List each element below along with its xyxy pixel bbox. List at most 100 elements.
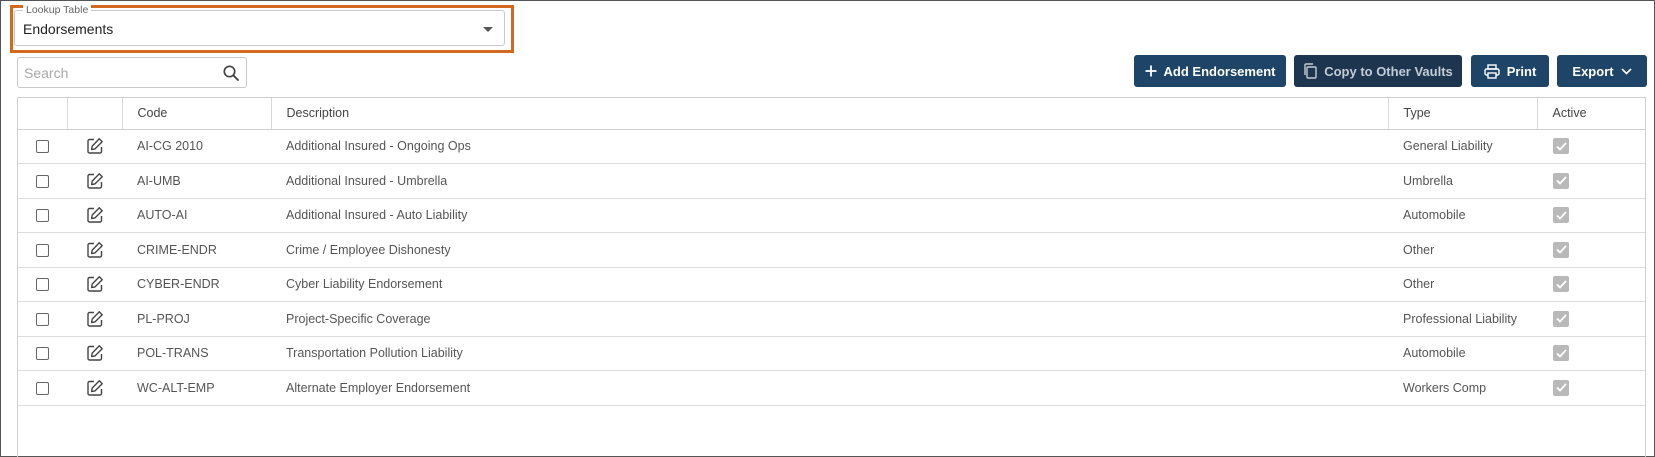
row-active-cell [1537,198,1645,233]
row-active-cell [1537,129,1645,164]
row-select-checkbox[interactable] [36,347,49,361]
column-header-select [18,98,67,130]
edit-icon[interactable] [86,275,104,293]
row-type: General Liability [1388,129,1537,164]
row-select-cell [18,301,67,337]
table-row[interactable]: AUTO-AI Additional Insured - Auto Liabil… [18,198,1645,233]
row-code: CRIME-ENDR [122,232,271,268]
column-header-edit [66,98,122,130]
row-select-cell [18,267,67,302]
active-checkbox [1553,207,1569,224]
check-icon [1555,314,1567,324]
row-select-checkbox[interactable] [36,140,49,154]
row-active-cell [1537,267,1645,302]
chevron-down-icon [1621,67,1632,75]
copy-icon [1304,63,1317,79]
row-edit-cell [67,301,122,337]
search-icon[interactable] [222,64,240,82]
column-header-description[interactable]: Description [270,98,1388,130]
row-select-checkbox[interactable] [36,209,49,223]
table-row[interactable]: WC-ALT-EMP Alternate Employer Endorsemen… [18,370,1645,406]
column-header-active[interactable]: Active [1536,98,1645,130]
row-type: Umbrella [1388,163,1537,199]
copy-to-other-vaults-label: Copy to Other Vaults [1324,63,1453,79]
row-code: CYBER-ENDR [122,267,271,302]
edit-icon[interactable] [86,206,104,224]
row-select-cell [18,163,67,199]
edit-icon[interactable] [86,241,104,259]
row-select-checkbox[interactable] [36,312,49,326]
row-type: Automobile [1388,336,1537,371]
edit-icon[interactable] [86,344,104,362]
row-type: Automobile [1388,198,1537,233]
search-input[interactable] [24,63,214,83]
table-row[interactable]: AI-CG 2010 Additional Insured - Ongoing … [18,129,1645,164]
endorsements-table: Code Description Type Active AI-CG 2010 … [18,98,1645,406]
row-code: WC-ALT-EMP [122,370,271,406]
active-checkbox [1553,172,1569,189]
row-edit-cell [67,232,122,268]
row-select-checkbox[interactable] [36,174,49,188]
table-row[interactable]: AI-UMB Additional Insured - Umbrella Umb… [18,163,1645,199]
row-edit-cell [67,129,122,164]
active-checkbox [1553,345,1569,362]
row-type: Other [1388,267,1537,302]
print-button[interactable]: Print [1471,55,1549,87]
row-code: AI-UMB [122,163,271,199]
check-icon [1555,349,1567,358]
table-row[interactable]: CRIME-ENDR Crime / Employee Dishonesty O… [18,232,1645,268]
table-row[interactable]: CYBER-ENDR Cyber Liability Endorsement O… [18,267,1645,302]
row-select-cell [18,129,67,164]
row-code: PL-PROJ [122,301,271,337]
edit-icon[interactable] [86,379,104,397]
copy-to-other-vaults-button[interactable]: Copy to Other Vaults [1294,55,1462,87]
row-description: Additional Insured - Auto Liability [271,198,1388,233]
row-edit-cell [67,267,122,302]
active-checkbox [1553,379,1569,396]
lookup-table-label: Lookup Table [23,4,92,16]
row-active-cell [1537,370,1645,406]
endorsements-grid: Code Description Type Active AI-CG 2010 … [17,97,1646,457]
row-select-cell [18,336,67,371]
row-active-cell [1537,301,1645,337]
active-checkbox [1553,241,1569,258]
row-select-checkbox[interactable] [36,243,49,257]
row-type: Professional Liability [1388,301,1537,337]
active-checkbox [1553,310,1569,327]
row-description: Additional Insured - Ongoing Ops [271,129,1388,164]
edit-icon[interactable] [86,310,104,328]
row-select-checkbox[interactable] [36,381,49,395]
row-edit-cell [67,198,122,233]
print-label: Print [1506,63,1537,79]
lookup-table-value: Endorsements [23,21,114,37]
caret-down-icon [483,27,493,32]
table-row[interactable]: PL-PROJ Project-Specific Coverage Profes… [18,301,1645,337]
table-row[interactable]: POL-TRANS Transportation Pollution Liabi… [18,336,1645,371]
row-code: AUTO-AI [122,198,271,233]
row-description: Transportation Pollution Liability [271,336,1388,371]
row-active-cell [1537,163,1645,199]
app-frame: Lookup Table Endorsements Add Endorsemen… [0,0,1655,457]
check-icon [1555,211,1567,220]
add-endorsement-button[interactable]: Add Endorsement [1134,55,1286,87]
row-edit-cell [67,370,122,406]
check-icon [1555,142,1567,151]
edit-icon[interactable] [86,172,104,190]
column-header-code[interactable]: Code [121,98,271,130]
lookup-table-select[interactable]: Lookup Table Endorsements [14,4,505,46]
edit-icon[interactable] [86,137,104,155]
column-header-type[interactable]: Type [1387,98,1537,130]
table-header-row: Code Description Type Active [18,98,1645,130]
export-button[interactable]: Export [1557,55,1647,87]
row-select-checkbox[interactable] [36,278,49,292]
row-type: Workers Comp [1388,370,1537,406]
row-select-cell [18,232,67,268]
row-description: Crime / Employee Dishonesty [271,232,1388,268]
export-label: Export [1572,63,1614,79]
row-description: Additional Insured - Umbrella [271,163,1388,199]
active-checkbox [1553,276,1569,293]
row-active-cell [1537,336,1645,371]
check-icon [1555,280,1567,289]
search-box [17,57,247,88]
printer-icon [1483,63,1500,79]
